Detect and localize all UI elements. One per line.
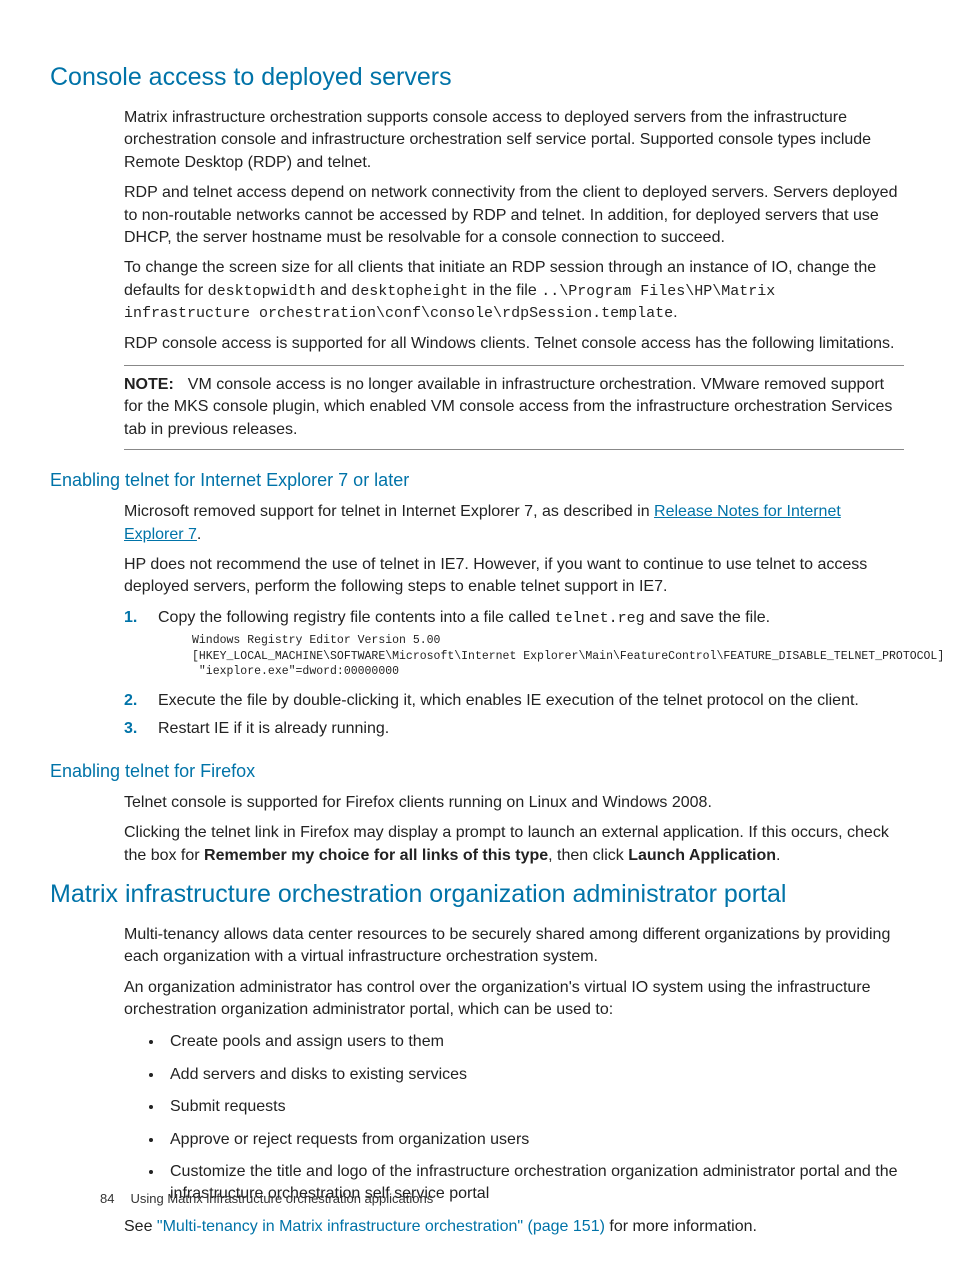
heading-console-access: Console access to deployed servers bbox=[50, 60, 904, 95]
text: . bbox=[197, 526, 201, 543]
list-item: Add servers and disks to existing servic… bbox=[164, 1064, 904, 1086]
paragraph: Clicking the telnet link in Firefox may … bbox=[124, 822, 904, 867]
step-number: 3. bbox=[124, 718, 158, 740]
bold-text: Remember my choice for all links of this… bbox=[204, 847, 548, 864]
paragraph: Telnet console is supported for Firefox … bbox=[124, 792, 904, 814]
list-item: Submit requests bbox=[164, 1096, 904, 1118]
list-item: Approve or reject requests from organiza… bbox=[164, 1129, 904, 1151]
bold-text: Launch Application bbox=[628, 847, 776, 864]
code-inline: desktopwidth bbox=[208, 283, 316, 300]
bullet-list: Create pools and assign users to them Ad… bbox=[124, 1031, 904, 1205]
code-inline: telnet.reg bbox=[555, 610, 645, 627]
step-number: 1. bbox=[124, 607, 158, 684]
list-item: 1. Copy the following registry file cont… bbox=[124, 607, 904, 684]
text: for more information. bbox=[605, 1218, 757, 1235]
footer-text: Using Matrix infrastructure orchestratio… bbox=[130, 1191, 433, 1206]
list-item: 2. Execute the file by double-clicking i… bbox=[124, 690, 904, 712]
text: Microsoft removed support for telnet in … bbox=[124, 503, 654, 520]
paragraph: RDP and telnet access depend on network … bbox=[124, 182, 904, 249]
heading-firefox: Enabling telnet for Firefox bbox=[50, 759, 904, 784]
paragraph: See "Multi-tenancy in Matrix infrastruct… bbox=[124, 1216, 904, 1238]
note-label: NOTE: bbox=[124, 376, 174, 393]
ordered-list: 1. Copy the following registry file cont… bbox=[124, 607, 904, 741]
paragraph: To change the screen size for all client… bbox=[124, 257, 904, 324]
text: . bbox=[673, 304, 677, 321]
paragraph: Matrix infrastructure orchestration supp… bbox=[124, 107, 904, 174]
list-item: 3. Restart IE if it is already running. bbox=[124, 718, 904, 740]
note-box: NOTE:VM console access is no longer avai… bbox=[124, 365, 904, 450]
page-footer: 84 Using Matrix infrastructure orchestrat… bbox=[100, 1190, 433, 1208]
page-number: 84 bbox=[100, 1191, 114, 1206]
heading-ie7: Enabling telnet for Internet Explorer 7 … bbox=[50, 468, 904, 493]
heading-matrix-portal: Matrix infrastructure orchestration orga… bbox=[50, 877, 904, 912]
text: Restart IE if it is already running. bbox=[158, 718, 389, 740]
list-item: Create pools and assign users to them bbox=[164, 1031, 904, 1053]
paragraph: An organization administrator has contro… bbox=[124, 977, 904, 1022]
text: Execute the file by double-clicking it, … bbox=[158, 690, 859, 712]
text: and bbox=[316, 282, 352, 299]
text: in the file bbox=[468, 282, 541, 299]
text: . bbox=[776, 847, 780, 864]
paragraph: HP does not recommend the use of telnet … bbox=[124, 554, 904, 599]
step-number: 2. bbox=[124, 690, 158, 712]
note-text: VM console access is no longer available… bbox=[124, 376, 892, 438]
code-inline: desktopheight bbox=[351, 283, 468, 300]
code-block: Windows Registry Editor Version 5.00 [HK… bbox=[192, 633, 944, 680]
paragraph: Multi-tenancy allows data center resourc… bbox=[124, 924, 904, 969]
text: Copy the following registry file content… bbox=[158, 609, 555, 626]
text: , then click bbox=[548, 847, 628, 864]
text: See bbox=[124, 1218, 157, 1235]
link-multi-tenancy-xref[interactable]: "Multi-tenancy in Matrix infrastructure … bbox=[157, 1218, 605, 1235]
paragraph: Microsoft removed support for telnet in … bbox=[124, 501, 904, 546]
text: and save the file. bbox=[645, 609, 770, 626]
paragraph: RDP console access is supported for all … bbox=[124, 333, 904, 355]
